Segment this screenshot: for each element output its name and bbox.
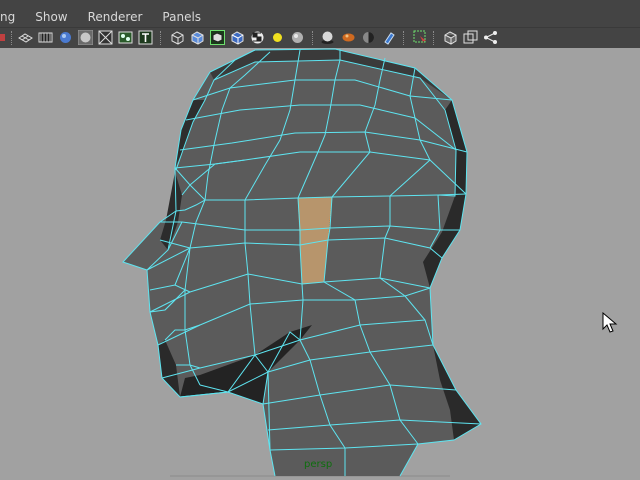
glass-cylinder-icon[interactable] bbox=[381, 30, 396, 45]
grid-toggle-icon[interactable] bbox=[18, 30, 33, 45]
texture-icon[interactable] bbox=[118, 30, 133, 45]
flat-shade-icon[interactable] bbox=[78, 30, 93, 45]
camera-name-label: persp bbox=[304, 459, 333, 470]
wireframe-cube-icon[interactable] bbox=[170, 30, 185, 45]
xray-icon[interactable] bbox=[98, 30, 113, 45]
menu-lighting[interactable]: ng bbox=[0, 8, 25, 27]
bounding-box-icon[interactable] bbox=[463, 30, 478, 45]
smooth-shade-icon[interactable] bbox=[58, 30, 73, 45]
maya-viewport-window: ng Show Renderer Panels persp bbox=[0, 0, 640, 480]
title-strip bbox=[0, 0, 640, 8]
mouse-cursor-icon bbox=[602, 312, 618, 333]
bump-sphere-icon[interactable] bbox=[341, 30, 356, 45]
menu-renderer[interactable]: Renderer bbox=[78, 8, 153, 27]
toolbar-separator bbox=[433, 31, 435, 45]
toolbar-separator bbox=[11, 31, 13, 45]
shaded-cube-icon[interactable] bbox=[190, 30, 205, 45]
default-material-icon[interactable] bbox=[230, 30, 245, 45]
isolate-select-icon[interactable] bbox=[443, 30, 458, 45]
menu-panels[interactable]: Panels bbox=[152, 8, 211, 27]
wireframe-on-shaded-icon[interactable] bbox=[210, 30, 225, 45]
text-label-icon[interactable] bbox=[138, 30, 153, 45]
film-gate-icon[interactable] bbox=[38, 30, 53, 45]
panel-toolbar bbox=[0, 27, 640, 49]
menu-show[interactable]: Show bbox=[25, 8, 77, 27]
camera-attributes-icon[interactable] bbox=[0, 30, 9, 45]
shadow-sphere-icon[interactable] bbox=[320, 30, 335, 45]
perspective-viewport[interactable] bbox=[0, 48, 640, 480]
hdr-sphere-icon[interactable] bbox=[361, 30, 376, 45]
checker-texture-icon[interactable] bbox=[250, 30, 265, 45]
share-nodes-icon[interactable] bbox=[483, 30, 498, 45]
toolbar-separator bbox=[160, 31, 162, 45]
toolbar-separator bbox=[312, 31, 314, 45]
head-mesh[interactable] bbox=[0, 48, 640, 480]
default-light-icon[interactable] bbox=[270, 30, 285, 45]
gray-sphere-icon[interactable] bbox=[290, 30, 305, 45]
select-region-icon[interactable] bbox=[413, 30, 428, 45]
panel-menu-bar: ng Show Renderer Panels bbox=[0, 8, 640, 27]
toolbar-separator bbox=[403, 31, 405, 45]
